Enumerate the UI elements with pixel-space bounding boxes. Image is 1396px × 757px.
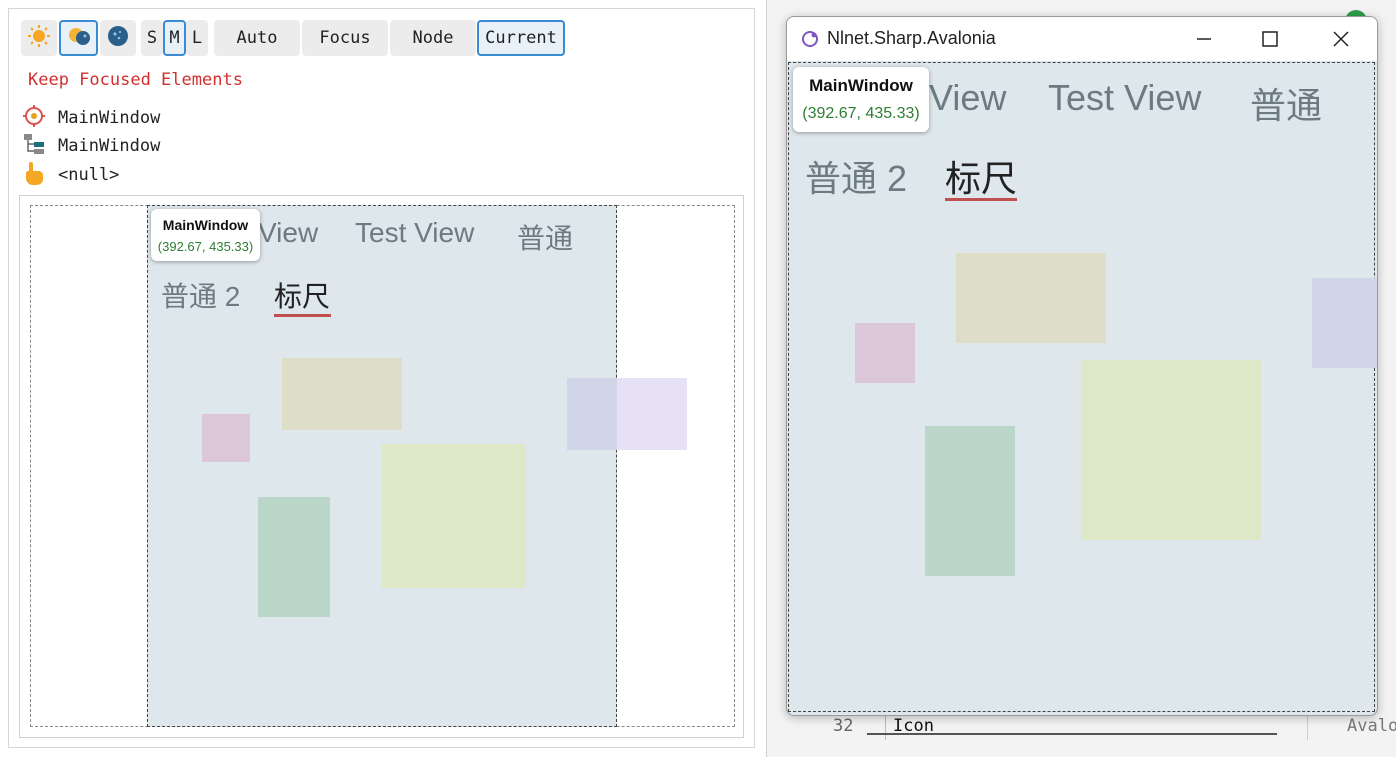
mode-focus-button[interactable]: Focus xyxy=(302,20,388,56)
tree-item-pointer[interactable]: <null> xyxy=(22,160,120,191)
app-tab-ruler[interactable]: 标尺 xyxy=(945,150,1017,202)
title-bar[interactable]: Nlnet.Sharp.Avalonia xyxy=(787,17,1377,61)
app-tab-underline xyxy=(945,198,1017,201)
theme-light-button[interactable] xyxy=(21,20,57,56)
pointer-hand-icon xyxy=(22,160,46,191)
preview-tab-ruler[interactable]: 标尺 xyxy=(274,275,330,315)
preview-tab-normal-2[interactable]: 普通 2 xyxy=(161,275,240,315)
preview-rect-tan xyxy=(282,358,402,430)
theme-auto-button[interactable] xyxy=(59,20,98,56)
minimize-icon[interactable] xyxy=(1192,27,1216,51)
app-tab-normal[interactable]: 普通 xyxy=(1250,77,1322,129)
tree-item-label: MainWindow xyxy=(58,108,161,128)
target-icon xyxy=(22,104,46,133)
size-l-button[interactable]: L xyxy=(186,20,208,56)
preview-rect-lavender-outer xyxy=(617,378,687,450)
app-tab-normal-2[interactable]: 普通 2 xyxy=(805,150,907,202)
tree-item-target[interactable]: MainWindow xyxy=(22,104,161,133)
app-tab-test-view[interactable]: Test View xyxy=(1048,77,1201,119)
editor-line-number: 32 xyxy=(833,716,854,736)
close-icon[interactable] xyxy=(1329,27,1353,51)
app-rect-pink xyxy=(855,323,915,383)
preview-tab-view[interactable]: View xyxy=(258,217,318,249)
app-rect-tan xyxy=(956,253,1106,343)
preview-tooltip-title: MainWindow xyxy=(162,217,249,233)
preview-rect-green xyxy=(258,497,330,617)
app-window: Nlnet.Sharp.Avalonia View Test View 普通 普… xyxy=(786,16,1378,716)
app-tooltip-title: MainWindow xyxy=(809,76,913,95)
app-tooltip: MainWindow (392.67, 435.33) xyxy=(793,67,929,132)
preview-tooltip: MainWindow (392.67, 435.33) xyxy=(151,209,260,261)
editor-scrollbar[interactable] xyxy=(867,733,1277,735)
mode-current-button[interactable]: Current xyxy=(477,20,565,56)
moon-icon xyxy=(106,24,130,53)
keep-focused-toggle[interactable]: Keep Focused Elements xyxy=(28,70,243,90)
mode-auto-button[interactable]: Auto xyxy=(214,20,300,56)
window-title: Nlnet.Sharp.Avalonia xyxy=(827,28,996,48)
preview-tooltip-coords: (392.67, 435.33) xyxy=(157,239,254,254)
tree-item-node[interactable]: MainWindow xyxy=(22,133,160,159)
maximize-icon[interactable] xyxy=(1258,27,1282,51)
preview-tab-underline xyxy=(274,314,331,317)
app-rect-lime xyxy=(1081,360,1261,540)
tree-item-label: <null> xyxy=(58,165,120,185)
size-s-button[interactable]: S xyxy=(141,20,163,56)
mode-node-button[interactable]: Node xyxy=(390,20,476,56)
sun-icon xyxy=(27,24,51,53)
preview-rect-lime xyxy=(382,444,526,588)
app-tab-view[interactable]: View xyxy=(929,77,1006,119)
app-logo-icon xyxy=(800,29,820,54)
tree-item-label: MainWindow xyxy=(58,136,161,156)
app-tooltip-coords: (392.67, 435.33) xyxy=(802,105,920,122)
app-rect-blue xyxy=(1312,278,1377,368)
size-m-button[interactable]: M xyxy=(163,20,186,56)
preview-rect-pink xyxy=(202,414,250,462)
preview-tab-normal[interactable]: 普通 xyxy=(517,217,573,257)
editor-right-text: Avalo xyxy=(1347,716,1396,736)
tree-icon xyxy=(22,132,46,161)
preview-rect-blue-inner xyxy=(567,378,617,450)
theme-dark-button[interactable] xyxy=(100,20,136,56)
sun-moon-icon xyxy=(66,24,92,53)
app-rect-green xyxy=(925,426,1015,576)
preview-tab-test-view[interactable]: Test View xyxy=(355,217,474,249)
